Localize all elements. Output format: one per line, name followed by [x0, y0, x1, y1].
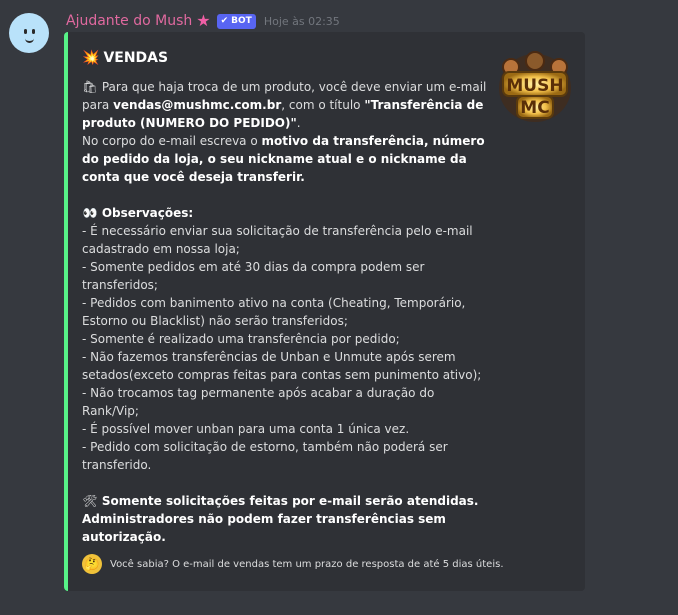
intro-text-3: .	[296, 116, 301, 130]
observation-item: - Não fazemos transferências de Unban e …	[82, 350, 482, 382]
mushmc-logo-thumbnail[interactable]: MUSH MC	[497, 50, 573, 126]
notice-paragraph: 🛠 Somente solicitações feitas por e-mail…	[82, 492, 487, 546]
embed-description: 🛍 Para que haja troca de um produto, voc…	[82, 78, 487, 546]
notice-text: Somente solicitações feitas por e-mail s…	[82, 494, 479, 544]
tools-icon: 🛠	[82, 494, 98, 508]
embed-title-text: VENDAS	[103, 50, 169, 66]
observation-item: - É necessário enviar sua solicitação de…	[82, 224, 473, 256]
intro-paragraph: 🛍 Para que haja troca de um produto, voc…	[82, 78, 487, 132]
message-header: Ajudante do Mush ★ ✔ BOT Hoje às 02:35	[66, 11, 340, 31]
bot-tag: ✔ BOT	[216, 13, 256, 29]
intro-text-2: , com o título	[281, 98, 365, 112]
logo-text-mush: MUSH	[506, 76, 563, 96]
verified-check-icon: ✔	[220, 16, 229, 26]
embed-title: 💥 VENDAS	[82, 50, 168, 66]
avatar-eye-right	[32, 29, 35, 34]
eyes-icon: 👀	[82, 206, 98, 220]
footer-text: Você sabia? O e-mail de vendas tem um pr…	[110, 558, 504, 570]
collision-icon: 💥	[82, 50, 100, 66]
bot-tag-label: BOT	[231, 16, 252, 26]
logo-text-mc: MC	[520, 98, 549, 118]
bot-avatar[interactable]	[9, 13, 49, 53]
observation-item: - É possível mover unban para uma conta …	[82, 422, 410, 436]
star-icon: ★	[196, 11, 211, 30]
shopping-bags-icon: 🛍	[82, 80, 98, 94]
observation-item: - Somente é realizado uma transferência …	[82, 332, 400, 346]
body-paragraph: No corpo do e-mail escreva o motivo da t…	[82, 132, 487, 186]
observation-item: - Pedidos com banimento ativo na conta (…	[82, 296, 466, 328]
thinking-face-icon: 🤔	[82, 554, 102, 574]
observation-item: - Não trocamos tag permanente após acaba…	[82, 386, 435, 418]
embed-footer: 🤔 Você sabia? O e-mail de vendas tem um …	[82, 554, 504, 574]
sales-email: vendas@mushmc.com.br	[113, 98, 282, 112]
observation-item: - Somente pedidos em até 30 dias da comp…	[82, 260, 425, 292]
author-username[interactable]: Ajudante do Mush	[66, 13, 192, 29]
observation-item: - Pedido com solicitação de estorno, tam…	[82, 440, 448, 472]
body-text: No corpo do e-mail escreva o	[82, 134, 262, 148]
avatar-mouth	[25, 38, 34, 43]
observations-heading: 👀 Observações:	[82, 204, 487, 222]
observations-title: Observações:	[101, 206, 194, 220]
message-timestamp[interactable]: Hoje às 02:35	[264, 15, 340, 28]
avatar-eye-left	[24, 29, 27, 34]
embed-card: 💥 VENDAS MUSH MC 🛍 Para que haja troca de…	[64, 32, 585, 591]
